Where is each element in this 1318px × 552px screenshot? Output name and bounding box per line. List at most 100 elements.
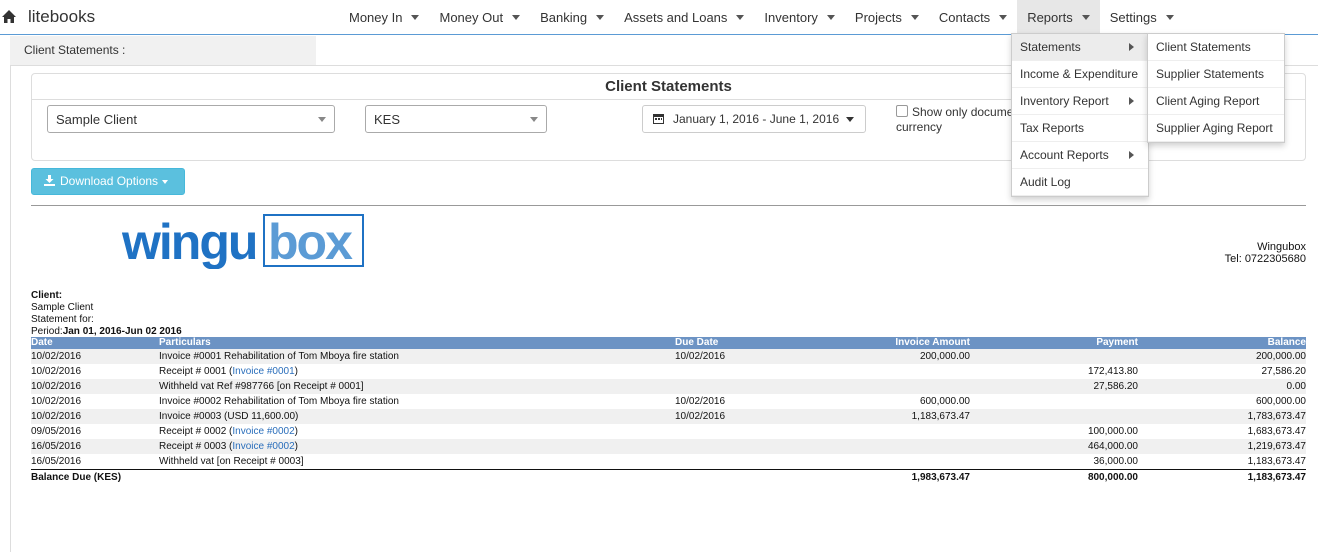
brand[interactable]: litebooks (0, 0, 95, 34)
menu-item-account-reports[interactable]: Account Reports (1012, 142, 1148, 169)
submenu-item-supplier-statements[interactable]: Supplier Statements (1148, 61, 1284, 88)
table-header-row: Date Particulars Due Date Invoice Amount… (31, 337, 1306, 349)
cell-date: 10/02/2016 (31, 396, 82, 407)
nav-inventory[interactable]: Inventory (754, 0, 844, 34)
cell-date: 16/05/2016 (31, 456, 82, 467)
submenu-item-client-aging-report[interactable]: Client Aging Report (1148, 88, 1284, 115)
total-balance: 1,183,673.47 (1138, 469, 1306, 485)
particulars-text: Receipt # 0002 ( (159, 426, 233, 437)
chevron-down-icon (530, 117, 538, 122)
reports-dropdown-menu: Statements Income & Expenditure Inventory … (1011, 33, 1149, 197)
invoice-link[interactable]: Invoice #0002 (232, 441, 294, 452)
brand-name[interactable]: litebooks (28, 7, 95, 27)
menu-item-inventory-report[interactable]: Inventory Report (1012, 88, 1148, 115)
period-label: Period: (31, 326, 63, 337)
caret-down-icon (162, 180, 169, 184)
menu-item-statements[interactable]: Statements (1012, 34, 1148, 61)
nav-banking-label: Banking (540, 9, 588, 25)
cell-balance: 200,000.00 (1138, 349, 1306, 364)
nav-assets-loans-label: Assets and Loans (624, 9, 728, 25)
nav-projects[interactable]: Projects (845, 0, 929, 34)
submenu-item-supplier-aging-report[interactable]: Supplier Aging Report (1148, 115, 1284, 142)
table-row: 10/02/2016 Receipt # 0001 (Invoice #0001)… (31, 364, 1306, 379)
invoice-link[interactable]: Invoice #0001 (232, 366, 294, 377)
cell-particulars: Invoice #0003 (USD 11,600.00) (159, 409, 675, 424)
cell-balance: 1,183,673.47 (1247, 456, 1306, 467)
table-row: 10/02/2016 Invoice #0002 Rehabilitation o… (31, 394, 1306, 409)
nav-settings-label: Settings (1109, 9, 1157, 25)
menu-item-audit-log[interactable]: Audit Log (1012, 169, 1148, 196)
cell-payment: 27,586.20 (970, 379, 1138, 394)
cell-invoice-amount (785, 379, 970, 394)
client-info: Client: Sample Client Statement for: Per… (31, 290, 182, 338)
nav-inventory-label: Inventory (764, 9, 818, 25)
top-navbar: litebooks Money In Money Out Banking Assets… (0, 0, 1318, 35)
table-row: 16/05/2016 Withheld vat [on Receipt # 000… (31, 454, 1306, 470)
menu-item-label: Statements (1020, 40, 1081, 54)
checkbox-label-line2: currency (896, 120, 943, 134)
cell-due-date (675, 424, 785, 439)
column-header-particulars: Particulars (159, 337, 675, 349)
currency-select-value: KES (374, 112, 401, 127)
particulars-text: Withheld vat [on Receipt # 0003] (159, 456, 304, 467)
cell-payment (970, 409, 1138, 424)
home-icon[interactable] (0, 6, 22, 28)
calendar-icon (653, 114, 664, 124)
cell-payment: 100,000.00 (1087, 426, 1138, 437)
cell-balance: 1,683,673.47 (1247, 426, 1306, 437)
cell-due-date (675, 439, 785, 454)
cell-date: 09/05/2016 (31, 426, 82, 437)
download-options-button[interactable]: Download Options (31, 168, 185, 195)
nav-banking[interactable]: Banking (530, 0, 614, 34)
caret-down-icon (910, 14, 919, 20)
menu-item-tax-reports[interactable]: Tax Reports (1012, 115, 1148, 142)
invoice-link[interactable]: Invoice #0002 (232, 426, 294, 437)
divider (31, 205, 1306, 206)
currency-select[interactable]: KES (365, 105, 547, 133)
cell-particulars: Receipt # 0001 (Invoice #0001) (159, 366, 299, 377)
column-header-due-date: Due Date (675, 337, 785, 349)
company-info: Wingubox Tel: 0722305680 (1225, 241, 1306, 265)
download-options-label: Download Options (60, 174, 159, 188)
nav-assets-loans[interactable]: Assets and Loans (614, 0, 754, 34)
cell-due-date (675, 454, 785, 470)
nav-money-in[interactable]: Money In (339, 0, 429, 34)
column-header-invoice-amount: Invoice Amount (785, 337, 970, 349)
statements-submenu: Client Statements Supplier Statements Clie… (1147, 33, 1285, 143)
company-name: Wingubox (1257, 241, 1306, 253)
company-tel: Tel: 0722305680 (1224, 253, 1306, 265)
menu-item-income-expenditure[interactable]: Income & Expenditure (1012, 61, 1148, 88)
particulars-text: Withheld vat Ref #987766 [on Receipt # 0… (159, 381, 364, 392)
menu-item-label: Income & Expenditure (1020, 67, 1139, 81)
submenu-item-label: Supplier Aging Report (1156, 121, 1273, 135)
cell-invoice-amount (785, 439, 970, 454)
nav-settings[interactable]: Settings (1100, 0, 1184, 34)
cell-invoice-amount: 1,183,673.47 (785, 409, 970, 424)
document-currency-checkbox[interactable] (896, 105, 908, 117)
breadcrumb: Client Statements : (10, 36, 316, 65)
menu-item-label: Account Reports (1020, 148, 1109, 162)
nav-money-out[interactable]: Money Out (429, 0, 530, 34)
menu-item-label: Inventory Report (1020, 94, 1109, 108)
statement-table: Date Particulars Due Date Invoice Amount… (31, 337, 1306, 485)
submenu-item-client-statements[interactable]: Client Statements (1148, 34, 1284, 61)
client-select-value: Sample Client (56, 112, 137, 127)
nav-contacts[interactable]: Contacts (929, 0, 1017, 34)
cell-due-date (675, 379, 785, 394)
nav-projects-label: Projects (854, 9, 902, 25)
period-value: Jan 01, 2016-Jun 02 2016 (62, 326, 182, 337)
submenu-item-label: Client Aging Report (1156, 94, 1260, 108)
cell-balance: 27,586.20 (1261, 366, 1307, 377)
date-range-picker[interactable]: January 1, 2016 - June 1, 2016 (642, 105, 866, 133)
client-select[interactable]: Sample Client (47, 105, 335, 133)
logo-text-wingu: wingu (122, 214, 256, 269)
table-row: 10/02/2016 Invoice #0001 Rehabilitation o… (31, 349, 1306, 364)
download-icon (44, 175, 55, 186)
nav-reports-label: Reports (1027, 9, 1073, 25)
balance-due-row: Balance Due (KES) 1,983,673.47 800,000.0… (31, 469, 1306, 485)
cell-payment: 172,413.80 (1087, 366, 1138, 377)
cell-due-date (675, 364, 785, 379)
nav-reports[interactable]: Reports (1017, 0, 1100, 34)
document-currency-option[interactable]: Show only docume currency (896, 105, 1016, 135)
column-header-date: Date (31, 337, 159, 349)
